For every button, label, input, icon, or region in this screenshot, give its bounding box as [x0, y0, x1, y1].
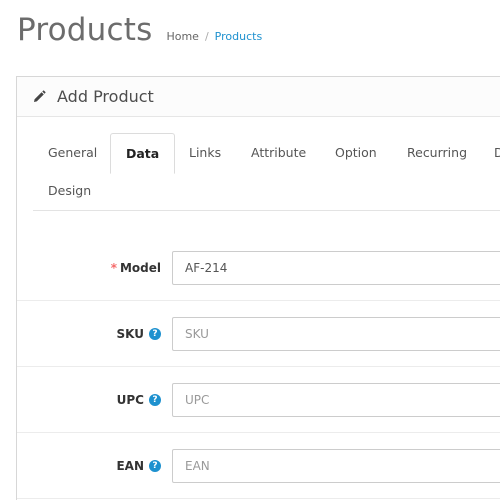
ean-label-text: EAN — [116, 458, 144, 473]
sku-label-text: SKU — [116, 326, 144, 341]
pencil-icon — [34, 89, 46, 102]
tab-discount[interactable]: D — [479, 133, 500, 173]
question-circle-icon[interactable]: ? — [149, 459, 161, 472]
tab-data[interactable]: Data — [110, 133, 176, 174]
panel-heading: Add Product — [17, 77, 500, 117]
tab-design[interactable]: Design — [33, 171, 106, 211]
tab-recurring[interactable]: Recurring — [392, 133, 482, 173]
tab-option[interactable]: Option — [320, 133, 392, 173]
add-product-panel: Add Product General Data Links Attribute… — [16, 76, 500, 500]
upc-input[interactable] — [172, 383, 500, 417]
breadcrumb-separator: / — [204, 30, 209, 43]
product-tabs: General Data Links Attribute Option Recu… — [33, 133, 500, 211]
sku-form-row: SKU ? — [17, 301, 500, 367]
ean-label: EAN ? — [116, 433, 161, 498]
upc-label-text: UPC — [116, 392, 144, 407]
panel-title: Add Product — [57, 87, 154, 106]
question-circle-icon[interactable]: ? — [149, 327, 161, 340]
ean-input[interactable] — [172, 449, 500, 483]
ean-form-row: EAN ? — [17, 433, 500, 499]
tab-links[interactable]: Links — [174, 133, 236, 173]
model-label: * Model — [111, 235, 161, 300]
required-star-icon: * — [110, 260, 117, 275]
question-circle-icon[interactable]: ? — [149, 393, 161, 406]
tab-general[interactable]: General — [33, 133, 112, 173]
sku-label: SKU ? — [117, 301, 161, 366]
breadcrumb-home-link[interactable]: Home — [166, 30, 198, 43]
page-title: Products — [17, 12, 153, 48]
model-label-text: Model — [119, 260, 161, 275]
model-input[interactable] — [172, 251, 500, 285]
page-header: Products Home / Products — [17, 12, 262, 48]
model-form-row: * Model — [17, 235, 500, 301]
breadcrumb: Home / Products — [166, 30, 262, 43]
upc-form-row: UPC ? — [17, 367, 500, 433]
breadcrumb-products-link[interactable]: Products — [215, 30, 263, 43]
sku-input[interactable] — [172, 317, 500, 351]
tab-attribute[interactable]: Attribute — [236, 133, 321, 173]
upc-label: UPC ? — [117, 367, 161, 432]
